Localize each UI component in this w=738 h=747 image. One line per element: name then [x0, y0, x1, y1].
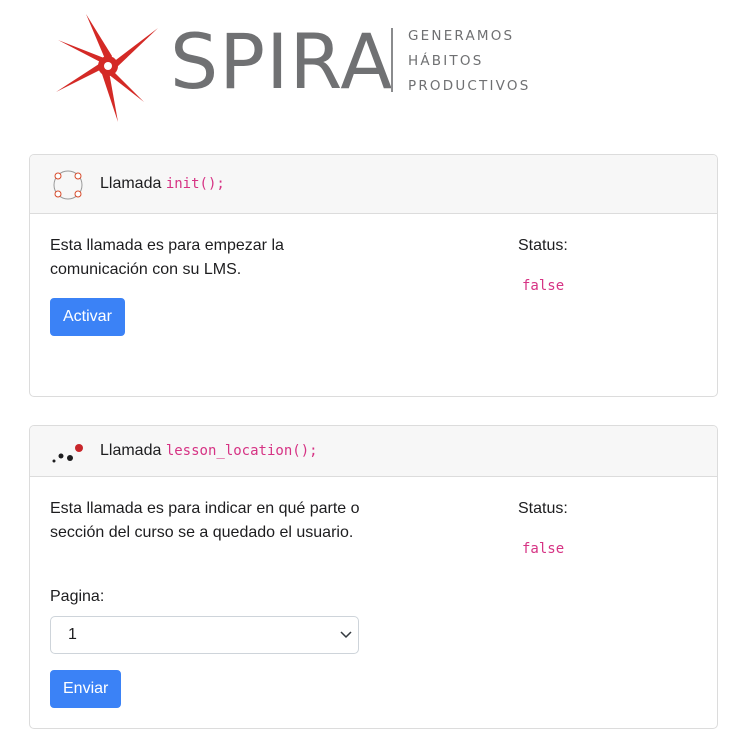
spira-logo: SPIRA GENERAMOS HÁBITOS PRODUCTIVOS [52, 8, 532, 128]
lesson-location-card: Llamada lesson_location(); Esta llamada … [29, 425, 718, 729]
init-card: Llamada init(); Esta llamada es para emp… [29, 154, 718, 397]
status-label: Status: [518, 237, 568, 254]
circle-nodes-icon [53, 170, 83, 200]
status-value: false [522, 541, 565, 557]
chevron-down-icon [340, 631, 352, 639]
activar-button[interactable]: Activar [50, 298, 125, 336]
card-title: Llamada lesson_location(); [100, 426, 318, 476]
tagline-line-2: HÁBITOS [408, 53, 484, 69]
spira-wordmark: SPIRA [170, 17, 394, 106]
card-title-code: lesson_location(); [165, 443, 318, 459]
status-label: Status: [518, 500, 568, 517]
spira-star-icon [56, 14, 158, 122]
enviar-button[interactable]: Enviar [50, 670, 122, 708]
dots-progress-icon [52, 444, 83, 463]
card-header: Llamada lesson_location(); [30, 426, 717, 477]
card-title: Llamada init(); [100, 155, 225, 213]
tagline-line-3: PRODUCTIVOS [408, 78, 531, 94]
card-title-prefix: Llamada [100, 442, 162, 459]
status-value: false [522, 278, 565, 294]
pagina-select-value: 1 [68, 626, 77, 643]
card-header: Llamada init(); [30, 155, 717, 214]
card-description: Esta llamada es para indicar en qué part… [50, 500, 360, 541]
logo-divider [391, 28, 393, 92]
card-title-code: init(); [165, 176, 225, 192]
pagina-label: Pagina: [50, 588, 105, 605]
pagina-select[interactable]: 1 [50, 616, 359, 654]
card-title-prefix: Llamada [100, 175, 162, 192]
tagline-line-1: GENERAMOS [408, 28, 515, 44]
card-description: Esta llamada es para empezar la comunica… [50, 237, 284, 278]
logo-tagline: GENERAMOS HÁBITOS PRODUCTIVOS [408, 24, 530, 99]
